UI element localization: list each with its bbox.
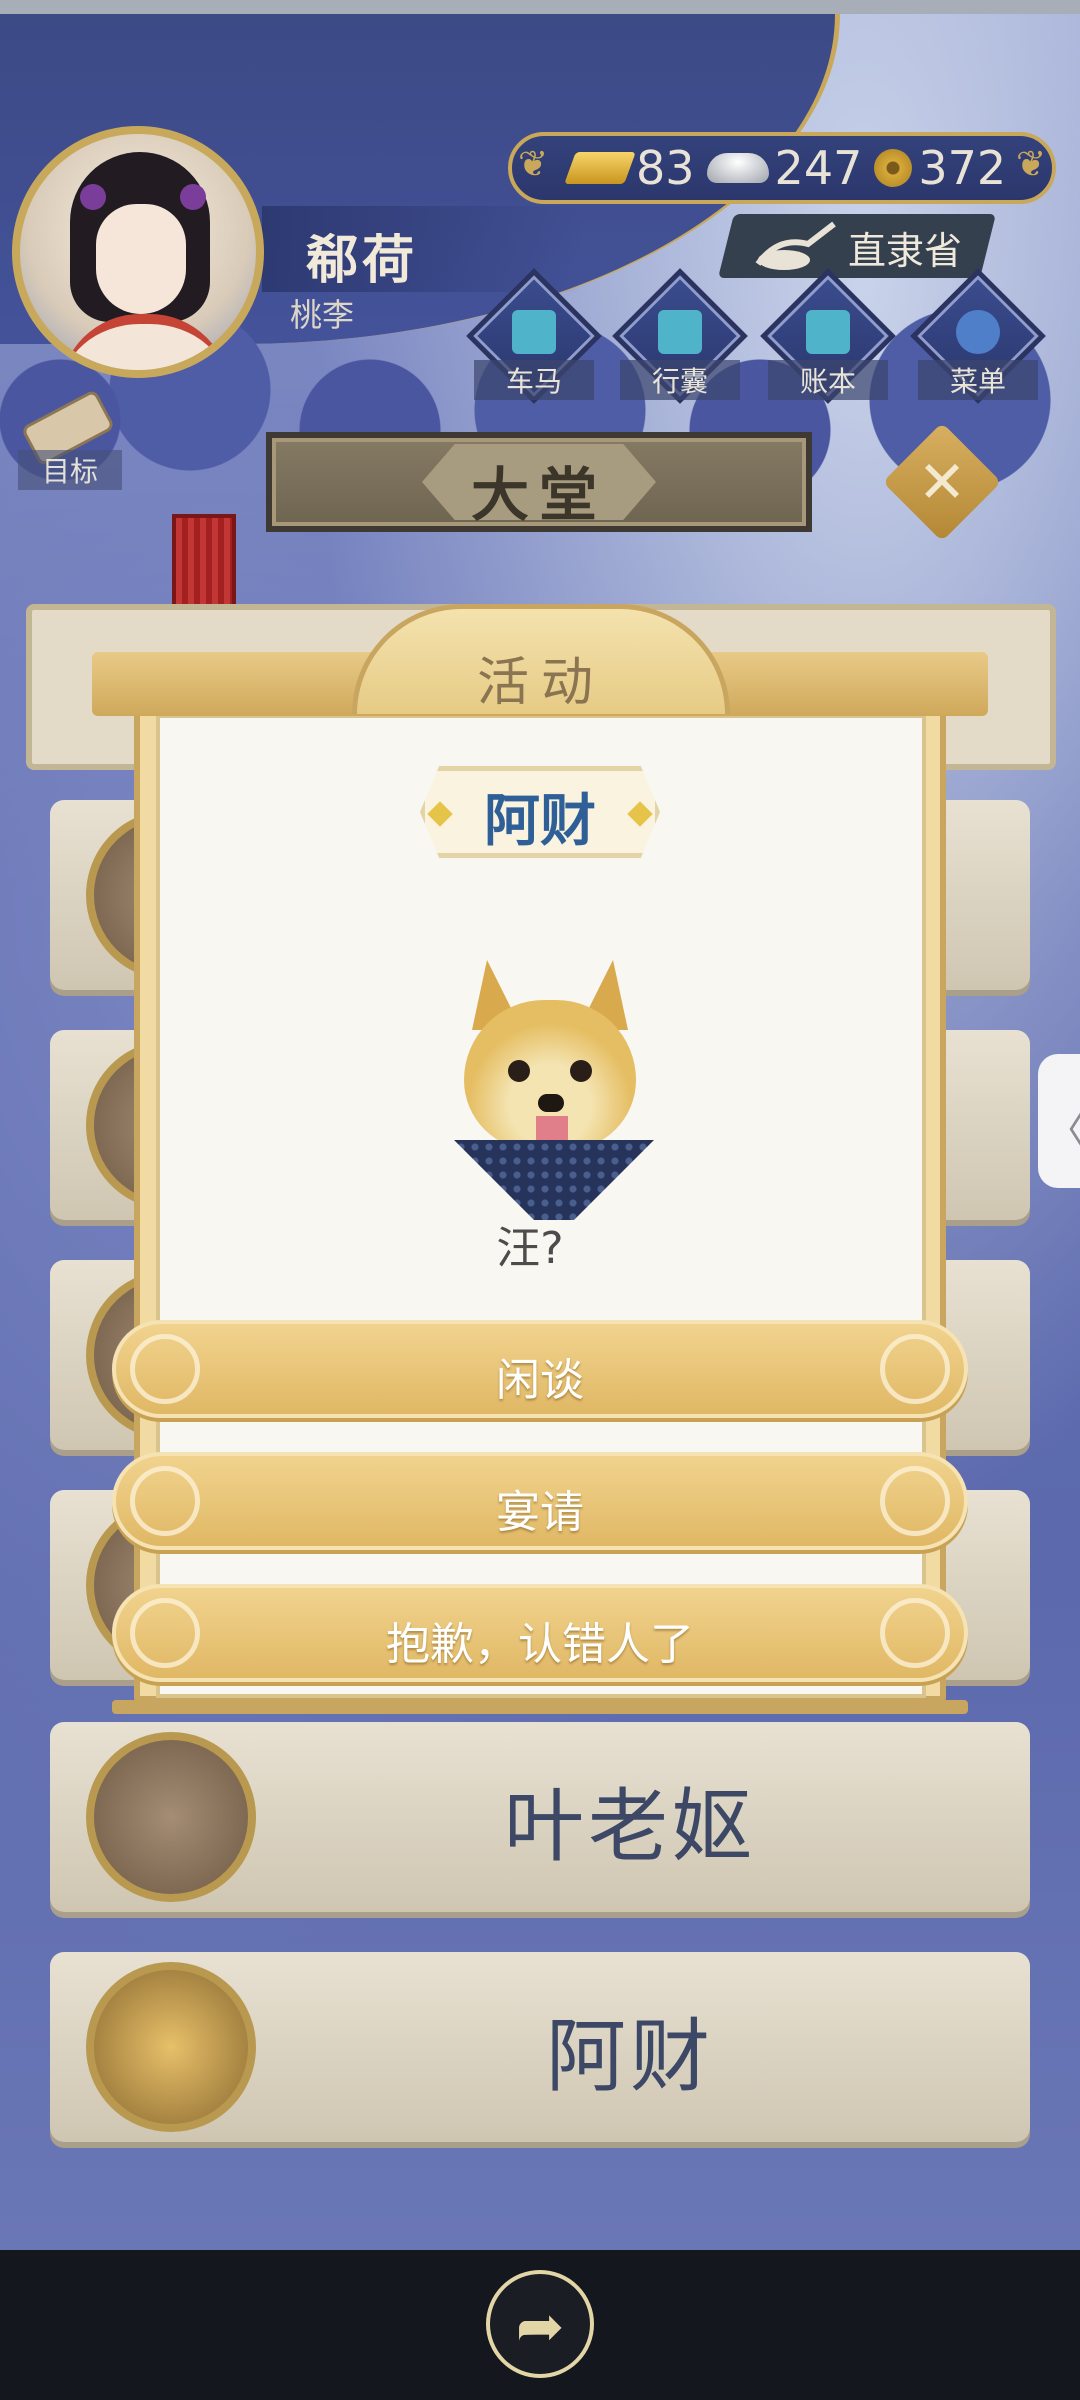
list-item-acai[interactable]: 阿财 (50, 1952, 1030, 2142)
option-apologize-button[interactable]: 抱歉，认错人了 (112, 1584, 968, 1682)
more-icon (956, 310, 1000, 354)
close-icon: ✕ (917, 448, 967, 516)
option-banquet-button[interactable]: 宴请 (112, 1452, 968, 1550)
bag-icon (658, 310, 702, 354)
npc-portrait (86, 1732, 256, 1902)
share-icon: ➦ (515, 2292, 565, 2360)
bamboo-icon: ❦ (518, 144, 549, 185)
player-name: 郗荷 (306, 231, 419, 291)
hall-title-plaque: 大堂 (266, 432, 812, 532)
dog-portrait (86, 1962, 256, 2132)
gold-amount: 83 (636, 141, 695, 195)
list-item-ye[interactable]: 叶老妪 (50, 1722, 1030, 1912)
carriage-button[interactable]: 车马 (466, 268, 602, 404)
dialog-bottom-edge (112, 1700, 968, 1714)
bag-button[interactable]: 行囊 (612, 268, 748, 404)
teapot-icon (755, 221, 836, 270)
carriage-icon (512, 310, 556, 354)
dog-portrait (450, 960, 654, 1220)
npc-name: 阿财 (546, 2010, 714, 2103)
status-strip (0, 0, 1080, 14)
hall-title: 大堂 (470, 461, 607, 529)
dialog-npc-name: 阿财 (484, 789, 596, 854)
silver-amount: 247 (774, 141, 863, 195)
coin-amount: 372 (918, 141, 1007, 195)
player-title: 桃李 (290, 296, 355, 334)
bamboo-icon: ❦ (1016, 144, 1047, 185)
ledger-icon (806, 310, 850, 354)
gold-ingot-icon (564, 152, 636, 184)
npc-name: 叶老妪 (504, 1780, 756, 1873)
option-chat-button[interactable]: 闲谈 (112, 1320, 968, 1418)
menu-button[interactable]: 菜单 (910, 268, 1046, 404)
side-drawer-handle[interactable]: 〈 (1038, 1054, 1080, 1188)
currency-bar: ❦ 83 247 372 ❦ (508, 132, 1056, 204)
dialog-title: 活动 (476, 653, 605, 713)
share-button[interactable]: ➦ (486, 2270, 594, 2378)
ledger-button[interactable]: 账本 (760, 268, 896, 404)
npc-dialogue: 汪? (496, 1223, 564, 1274)
target-button[interactable]: 目标 (18, 388, 122, 496)
game-scene: 郗荷 桃李 ❦ 83 247 372 ❦ 直隶省 车马 行囊 账本 菜单 目标 … (0, 0, 1080, 2250)
chevron-left-icon: 〈 (1046, 1098, 1080, 1156)
copper-coin-icon (874, 149, 913, 187)
player-avatar[interactable] (12, 126, 264, 378)
silver-ingot-icon (706, 153, 769, 183)
location-label: 直隶省 (848, 229, 963, 273)
